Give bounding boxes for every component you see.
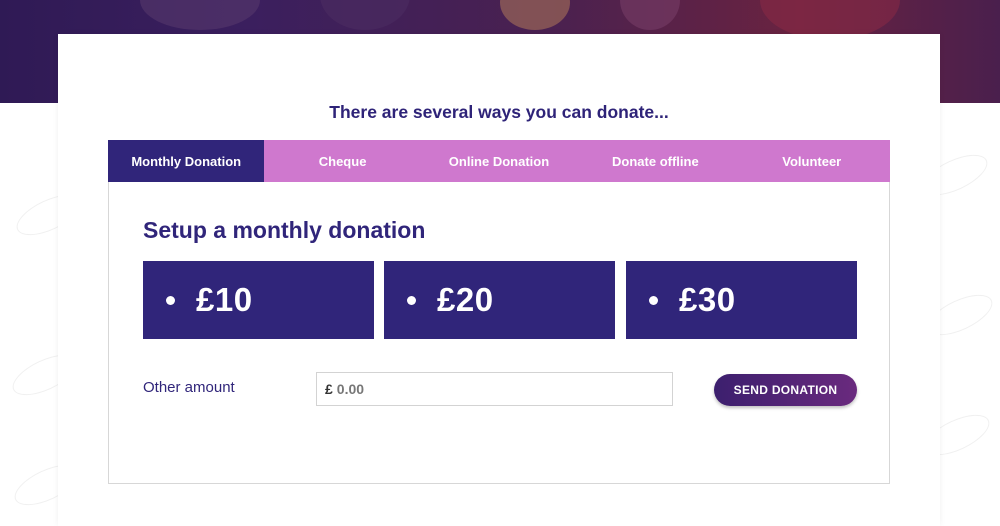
amount-option-10[interactable]: £10	[143, 261, 374, 339]
tab-donate-offline[interactable]: Donate offline	[577, 140, 733, 182]
send-donation-button[interactable]: SEND DONATION	[714, 374, 857, 406]
monthly-donation-panel: Setup a monthly donation £10 £20 £30 Oth…	[108, 182, 890, 484]
hero-photo-shape	[140, 0, 260, 30]
bullet-icon	[407, 295, 416, 305]
tab-volunteer[interactable]: Volunteer	[734, 140, 890, 182]
currency-symbol: £	[325, 381, 333, 397]
hero-photo-shape	[320, 0, 410, 30]
hero-photo-shape	[620, 0, 680, 30]
donation-card: There are several ways you can donate...…	[58, 34, 940, 526]
tab-cheque[interactable]: Cheque	[264, 140, 420, 182]
tab-online-donation[interactable]: Online Donation	[421, 140, 577, 182]
donation-tabs: Monthly Donation Cheque Online Donation …	[108, 140, 890, 182]
amount-value: £20	[437, 281, 494, 318]
bullet-icon	[166, 295, 175, 305]
bullet-icon	[649, 295, 658, 305]
other-amount-input[interactable]	[336, 381, 657, 397]
panel-title: Setup a monthly donation	[143, 217, 426, 243]
amount-value: £30	[679, 281, 736, 318]
amount-value: £10	[196, 281, 253, 318]
other-amount-label: Other amount	[143, 379, 235, 396]
hero-photo-shape	[500, 0, 570, 30]
tab-monthly-donation[interactable]: Monthly Donation	[108, 140, 265, 182]
other-amount-field[interactable]: £	[316, 372, 673, 406]
amount-option-20[interactable]: £20	[384, 261, 615, 339]
page-title: There are several ways you can donate...	[329, 102, 669, 122]
amount-option-30[interactable]: £30	[626, 261, 857, 339]
